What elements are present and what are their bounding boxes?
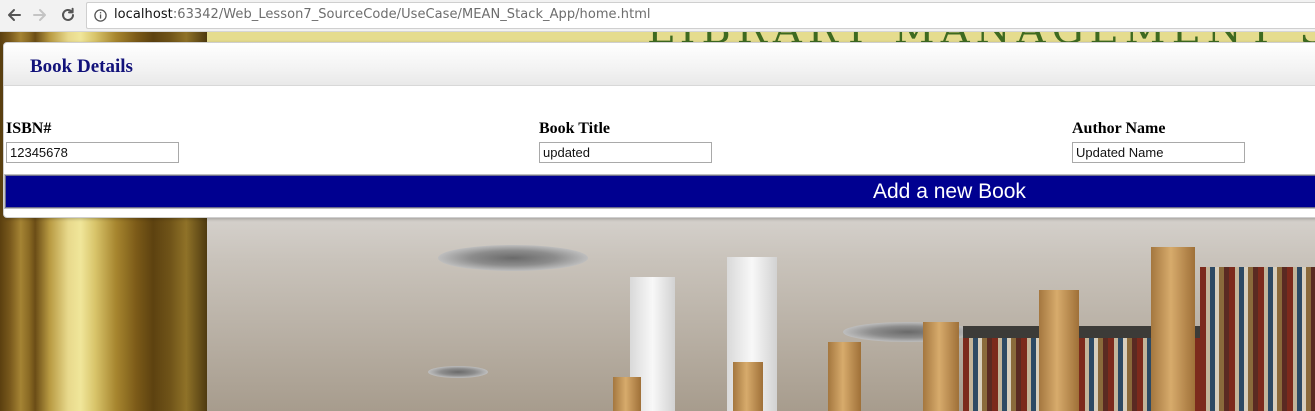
shelf-end — [1039, 290, 1079, 411]
author-name-input[interactable] — [1072, 142, 1245, 163]
info-icon[interactable] — [94, 9, 107, 22]
panel-heading: Book Details — [4, 43, 1315, 86]
book-title-input[interactable] — [539, 142, 712, 163]
ceiling-lamp — [428, 366, 488, 378]
panel-title: Book Details — [30, 56, 133, 77]
url-path: :63342/Web_Lesson7_SourceCode/UseCase/ME… — [172, 7, 651, 22]
browser-toolbar: localhost:63342/Web_Lesson7_SourceCode/U… — [0, 0, 1315, 32]
forward-arrow-icon[interactable] — [30, 5, 50, 25]
shelf-end — [923, 322, 959, 411]
url-text[interactable]: localhost:63342/Web_Lesson7_SourceCode/U… — [114, 7, 651, 22]
bookcase — [1200, 267, 1315, 411]
add-new-book-button[interactable]: Add a new Book — [4, 174, 1315, 209]
shelf-end — [733, 362, 763, 411]
shelf-end — [613, 377, 641, 411]
back-arrow-icon[interactable] — [4, 5, 24, 25]
isbn-input[interactable] — [6, 142, 179, 163]
isbn-label: ISBN# — [6, 120, 52, 137]
book-details-panel: Book Details ISBN# Book Title Author Nam… — [3, 42, 1315, 218]
reload-icon[interactable] — [58, 5, 78, 25]
address-bar[interactable]: localhost:63342/Web_Lesson7_SourceCode/U… — [86, 2, 1315, 29]
book-title-label: Book Title — [539, 120, 610, 137]
shelf-end — [828, 342, 861, 411]
ceiling-lamp — [438, 245, 588, 271]
url-host: localhost — [114, 7, 173, 22]
author-name-label: Author Name — [1072, 120, 1166, 137]
shelf-end — [1151, 247, 1195, 411]
